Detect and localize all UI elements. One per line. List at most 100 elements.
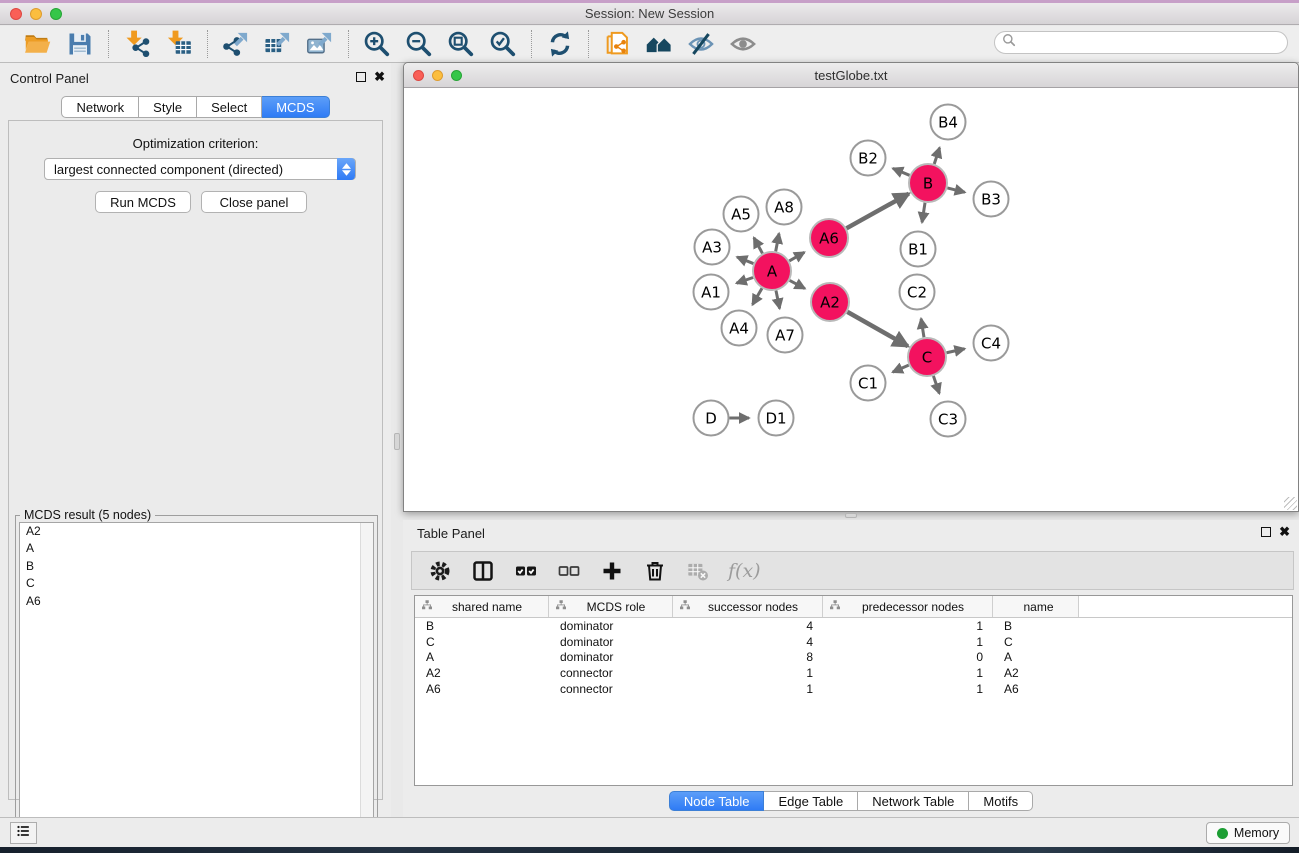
graph-node-A[interactable]: A — [753, 252, 791, 290]
edge-A-A1[interactable] — [737, 278, 754, 284]
cell-successor-nodes[interactable]: 1 — [673, 666, 823, 680]
edge-B-B1[interactable] — [922, 203, 925, 223]
window-resize-grip[interactable] — [1284, 497, 1297, 510]
add-column-icon[interactable] — [599, 558, 625, 584]
cell-successor-nodes[interactable]: 4 — [673, 619, 823, 633]
graph-node-B1[interactable]: B1 — [901, 232, 936, 267]
export-network-icon[interactable] — [221, 29, 251, 59]
graph-node-D1[interactable]: D1 — [759, 401, 794, 436]
open-file-icon[interactable] — [23, 29, 53, 59]
result-item[interactable]: B — [20, 558, 373, 575]
graph-node-C2[interactable]: C2 — [900, 275, 935, 310]
edge-C-C2[interactable] — [921, 319, 924, 338]
graph-node-B4[interactable]: B4 — [931, 105, 966, 140]
result-item[interactable]: A2 — [20, 523, 373, 540]
delete-column-icon[interactable] — [642, 558, 668, 584]
zoom-in-icon[interactable] — [362, 29, 392, 59]
new-network-icon[interactable] — [602, 29, 632, 59]
float-panel-icon[interactable] — [356, 72, 366, 82]
cell-name[interactable]: C — [993, 635, 1079, 649]
graph-node-D[interactable]: D — [694, 401, 729, 436]
edge-C-C4[interactable] — [947, 349, 965, 353]
close-panel-icon[interactable]: ✖ — [374, 72, 385, 82]
column-header-predecessor-nodes[interactable]: predecessor nodes — [823, 596, 993, 617]
graph-node-A7[interactable]: A7 — [768, 318, 803, 353]
table-row[interactable]: A2connector11A2 — [415, 665, 1292, 681]
hide-selected-icon[interactable] — [686, 29, 716, 59]
close-panel-button[interactable]: Close panel — [201, 191, 307, 213]
task-history-button[interactable] — [10, 822, 37, 844]
edge-C-C1[interactable] — [893, 365, 909, 372]
edge-B-B4[interactable] — [934, 148, 939, 164]
graph-node-A5[interactable]: A5 — [724, 197, 759, 232]
graph-node-A2[interactable]: A2 — [811, 283, 849, 321]
cell-shared-name[interactable]: A2 — [415, 666, 549, 680]
cell-MCDS-role[interactable]: dominator — [549, 635, 673, 649]
tab-style[interactable]: Style — [139, 96, 197, 118]
run-mcds-button[interactable]: Run MCDS — [95, 191, 191, 213]
column-header-name[interactable]: name — [993, 596, 1079, 617]
edge-A-A4[interactable] — [753, 288, 762, 304]
select-all-checkboxes-icon[interactable] — [513, 558, 539, 584]
cell-predecessor-nodes[interactable]: 1 — [823, 619, 993, 633]
show-columns-icon[interactable] — [470, 558, 496, 584]
column-header-MCDS-role[interactable]: MCDS role — [549, 596, 673, 617]
graph-node-C3[interactable]: C3 — [931, 402, 966, 437]
edge-A-A2[interactable] — [790, 280, 805, 288]
edge-A-A6[interactable] — [789, 252, 804, 261]
refresh-layout-icon[interactable] — [545, 29, 575, 59]
tab-node-table[interactable]: Node Table — [669, 791, 765, 811]
tab-network-table[interactable]: Network Table — [858, 791, 969, 811]
table-row[interactable]: Bdominator41B — [415, 618, 1292, 634]
cell-shared-name[interactable]: A6 — [415, 682, 549, 696]
cell-successor-nodes[interactable]: 4 — [673, 635, 823, 649]
cell-successor-nodes[interactable]: 8 — [673, 650, 823, 664]
mcds-result-list[interactable]: A2ABCA6 — [19, 522, 374, 849]
result-item[interactable]: A — [20, 540, 373, 557]
zoom-out-icon[interactable] — [404, 29, 434, 59]
tab-edge-table[interactable]: Edge Table — [764, 791, 858, 811]
cell-successor-nodes[interactable]: 1 — [673, 682, 823, 696]
export-image-icon[interactable] — [305, 29, 335, 59]
cell-predecessor-nodes[interactable]: 1 — [823, 635, 993, 649]
cell-shared-name[interactable]: B — [415, 619, 549, 633]
graph-node-A4[interactable]: A4 — [722, 311, 757, 346]
column-header-successor-nodes[interactable]: successor nodes — [673, 596, 823, 617]
cell-MCDS-role[interactable]: dominator — [549, 619, 673, 633]
tab-motifs[interactable]: Motifs — [969, 791, 1033, 811]
cell-shared-name[interactable]: A — [415, 650, 549, 664]
cell-predecessor-nodes[interactable]: 1 — [823, 666, 993, 680]
import-table-icon[interactable] — [164, 29, 194, 59]
cell-MCDS-role[interactable]: connector — [549, 682, 673, 696]
memory-button[interactable]: Memory — [1206, 822, 1290, 844]
cell-shared-name[interactable]: C — [415, 635, 549, 649]
vertical-splitter-handle[interactable] — [394, 433, 400, 450]
zoom-selected-icon[interactable] — [488, 29, 518, 59]
edge-A-A5[interactable] — [754, 238, 763, 254]
save-session-icon[interactable] — [65, 29, 95, 59]
optimization-criterion-dropdown[interactable]: largest connected component (directed) — [44, 158, 356, 180]
edge-A-A7[interactable] — [776, 291, 780, 309]
cell-MCDS-role[interactable]: connector — [549, 666, 673, 680]
import-network-icon[interactable] — [122, 29, 152, 59]
edge-C-C3[interactable] — [933, 376, 939, 393]
settings-gear-icon[interactable] — [427, 558, 453, 584]
show-all-icon[interactable] — [728, 29, 758, 59]
graph-node-A6[interactable]: A6 — [810, 219, 848, 257]
graph-node-B3[interactable]: B3 — [974, 182, 1009, 217]
cell-name[interactable]: A — [993, 650, 1079, 664]
float-table-panel-icon[interactable] — [1261, 527, 1271, 537]
first-neighbors-icon[interactable] — [644, 29, 674, 59]
edge-A-A3[interactable] — [737, 257, 753, 264]
network-canvas[interactable]: B4B2BB3A5A8A6B1A3AC2A1A2A4A7CC4C1C3DD1 — [404, 89, 1298, 511]
result-item[interactable]: A6 — [20, 593, 373, 610]
tab-select[interactable]: Select — [197, 96, 262, 118]
edge-B-B3[interactable] — [947, 188, 964, 192]
close-table-panel-icon[interactable]: ✖ — [1279, 527, 1290, 537]
table-row[interactable]: Adominator80A — [415, 650, 1292, 666]
result-item[interactable]: C — [20, 575, 373, 592]
cell-predecessor-nodes[interactable]: 1 — [823, 682, 993, 696]
graph-node-A8[interactable]: A8 — [767, 190, 802, 225]
graph-node-B[interactable]: B — [909, 164, 947, 202]
edge-A6-B[interactable] — [846, 194, 908, 229]
